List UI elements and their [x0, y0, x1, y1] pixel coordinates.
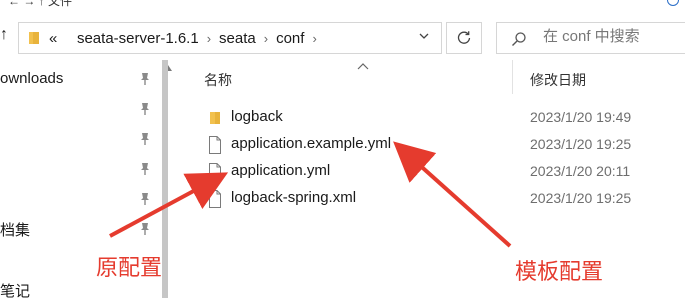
folder-icon: [210, 112, 220, 124]
address-toolbar: ↑ « seata-server-1.6.1 › seata › conf ›: [0, 18, 685, 58]
annotation-original-config: 原配置: [96, 256, 163, 281]
title-strip-text: ← → ↑ 文件: [8, 0, 73, 8]
column-divider[interactable]: [512, 60, 513, 94]
file-name: application.yml: [231, 162, 331, 179]
breadcrumb-separator[interactable]: ›: [312, 31, 316, 46]
pin-icon[interactable]: [139, 222, 151, 236]
annotation-template-config: 模板配置: [515, 260, 604, 285]
file-icon: [209, 163, 221, 181]
title-strip: ← → ↑ 文件: [0, 0, 685, 14]
sort-arrow-icon: [357, 63, 369, 70]
pin-icon[interactable]: [139, 132, 151, 146]
breadcrumb-conf[interactable]: conf: [276, 30, 304, 47]
help-icon[interactable]: [667, 0, 679, 6]
pin-icon[interactable]: [139, 162, 151, 176]
pin-icon[interactable]: [139, 192, 151, 206]
nav-item-downloads[interactable]: ownloads: [0, 70, 63, 87]
search-input[interactable]: [543, 28, 678, 45]
refresh-button[interactable]: [446, 22, 482, 54]
pin-icon[interactable]: [139, 72, 151, 86]
file-date: 2023/1/20 20:11: [530, 163, 631, 179]
breadcrumb: « seata-server-1.6.1 › seata › conf ›: [49, 23, 325, 53]
column-header-name[interactable]: 名称: [204, 70, 232, 90]
file-date: 2023/1/20 19:49: [530, 109, 632, 125]
search-box[interactable]: [496, 22, 685, 54]
chevron-down-icon[interactable]: [419, 31, 429, 41]
scrollbar-thumb[interactable]: [162, 60, 168, 298]
breadcrumb-seata[interactable]: seata: [219, 30, 256, 47]
file-date: 2023/1/20 19:25: [530, 190, 632, 206]
file-row[interactable]: logback-spring.xml 2023/1/20 19:25: [176, 186, 685, 212]
refresh-icon: [457, 31, 471, 44]
file-icon: [209, 190, 221, 208]
breadcrumb-overflow[interactable]: «: [49, 30, 57, 47]
breadcrumb-separator[interactable]: ›: [264, 31, 268, 46]
column-header-date[interactable]: 修改日期: [530, 70, 586, 90]
file-name: logback: [231, 108, 283, 125]
file-name: application.example.yml: [231, 135, 392, 152]
file-list: 名称 修改日期 logback 2023/1/20 19:49 applicat…: [176, 60, 685, 298]
pin-icon[interactable]: [139, 102, 151, 116]
breadcrumb-separator[interactable]: ›: [207, 31, 211, 46]
up-arrow-icon[interactable]: ↑: [0, 26, 8, 44]
search-icon: [512, 32, 526, 46]
folder-icon: [29, 32, 39, 44]
file-row[interactable]: application.example.yml 2023/1/20 19:25: [176, 132, 685, 158]
file-name: logback-spring.xml: [231, 189, 357, 206]
file-icon: [209, 136, 221, 154]
nav-item-collection[interactable]: 档集: [0, 219, 30, 240]
file-date: 2023/1/20 19:25: [530, 136, 632, 152]
file-row[interactable]: application.yml 2023/1/20 20:11: [176, 159, 685, 185]
breadcrumb-seata-server[interactable]: seata-server-1.6.1: [77, 30, 199, 47]
file-row[interactable]: logback 2023/1/20 19:49: [176, 105, 685, 131]
address-bar[interactable]: « seata-server-1.6.1 › seata › conf ›: [18, 22, 442, 54]
